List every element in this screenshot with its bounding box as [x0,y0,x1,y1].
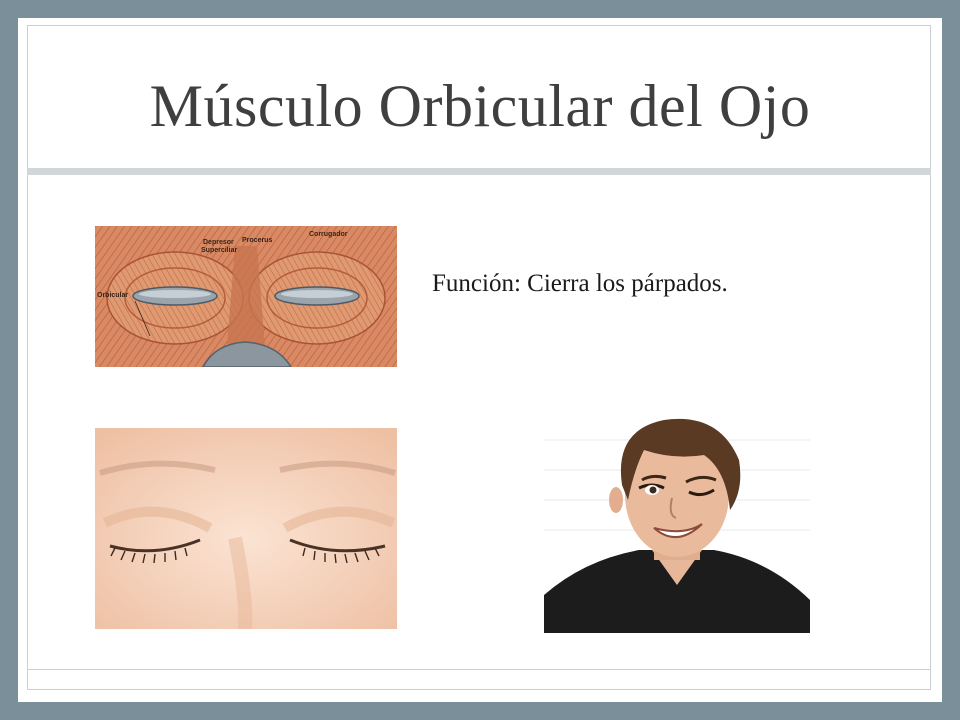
label-depresor: Depresor [203,239,234,246]
function-text: Función: Cierra los párpados. [432,270,728,297]
closed-eyes-icon [95,428,397,629]
anatomy-illustration: Depresor Superciliar Procerus Corrugador… [95,226,397,367]
footer-divider [27,669,931,670]
title-divider [27,168,931,175]
slide: Músculo Orbicular del Ojo Depresor Super… [18,18,942,702]
label-superciliar: Superciliar [201,247,238,254]
label-corrugador: Corrugador [309,231,348,238]
winking-man-icon [544,400,810,633]
slide-title: Músculo Orbicular del Ojo [149,73,811,139]
winking-man-photo [544,400,810,633]
facial-muscle-anatomy-icon [95,226,397,367]
label-procerus: Procerus [242,237,273,244]
label-orbicular: Orbicular [97,292,129,299]
closed-eyes-photo [95,428,397,629]
